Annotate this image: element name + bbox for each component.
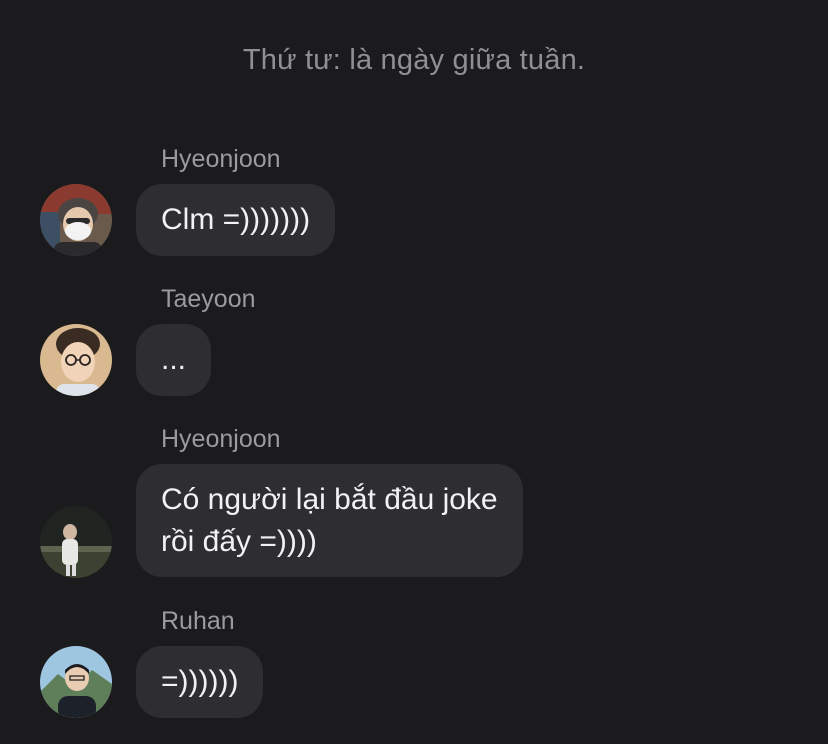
chat-conversation: Thứ tư: là ngày giữa tuần. Hyeonjoon Clm…	[0, 0, 828, 744]
sender-name: Hyeonjoon	[161, 425, 281, 453]
message-text-line: rồi đấy =))))	[161, 525, 317, 558]
avatar-icon[interactable]	[40, 324, 112, 396]
sender-name: Hyeonjoon	[161, 145, 281, 173]
message-bubble[interactable]: =))))))	[136, 646, 264, 718]
message-text: ...	[161, 343, 187, 376]
sender-name: Taeyoon	[161, 285, 256, 313]
message-bubble[interactable]: ...	[136, 324, 212, 396]
system-message: Thứ tư: là ngày giữa tuần.	[242, 44, 586, 76]
message-text: =))))))	[161, 665, 239, 698]
avatar-icon[interactable]	[40, 506, 112, 578]
message-bubble[interactable]: Có người lại bắt đầu joke rồi đấy =))))	[136, 464, 523, 577]
message-text-line: Có người lại bắt đầu joke	[161, 483, 498, 516]
avatar-icon[interactable]	[40, 646, 112, 718]
message-text: Clm =)))))))	[161, 203, 311, 236]
message-bubble[interactable]: Clm =)))))))	[136, 184, 336, 256]
avatar-icon[interactable]	[40, 184, 112, 256]
sender-name: Ruhan	[161, 607, 235, 635]
